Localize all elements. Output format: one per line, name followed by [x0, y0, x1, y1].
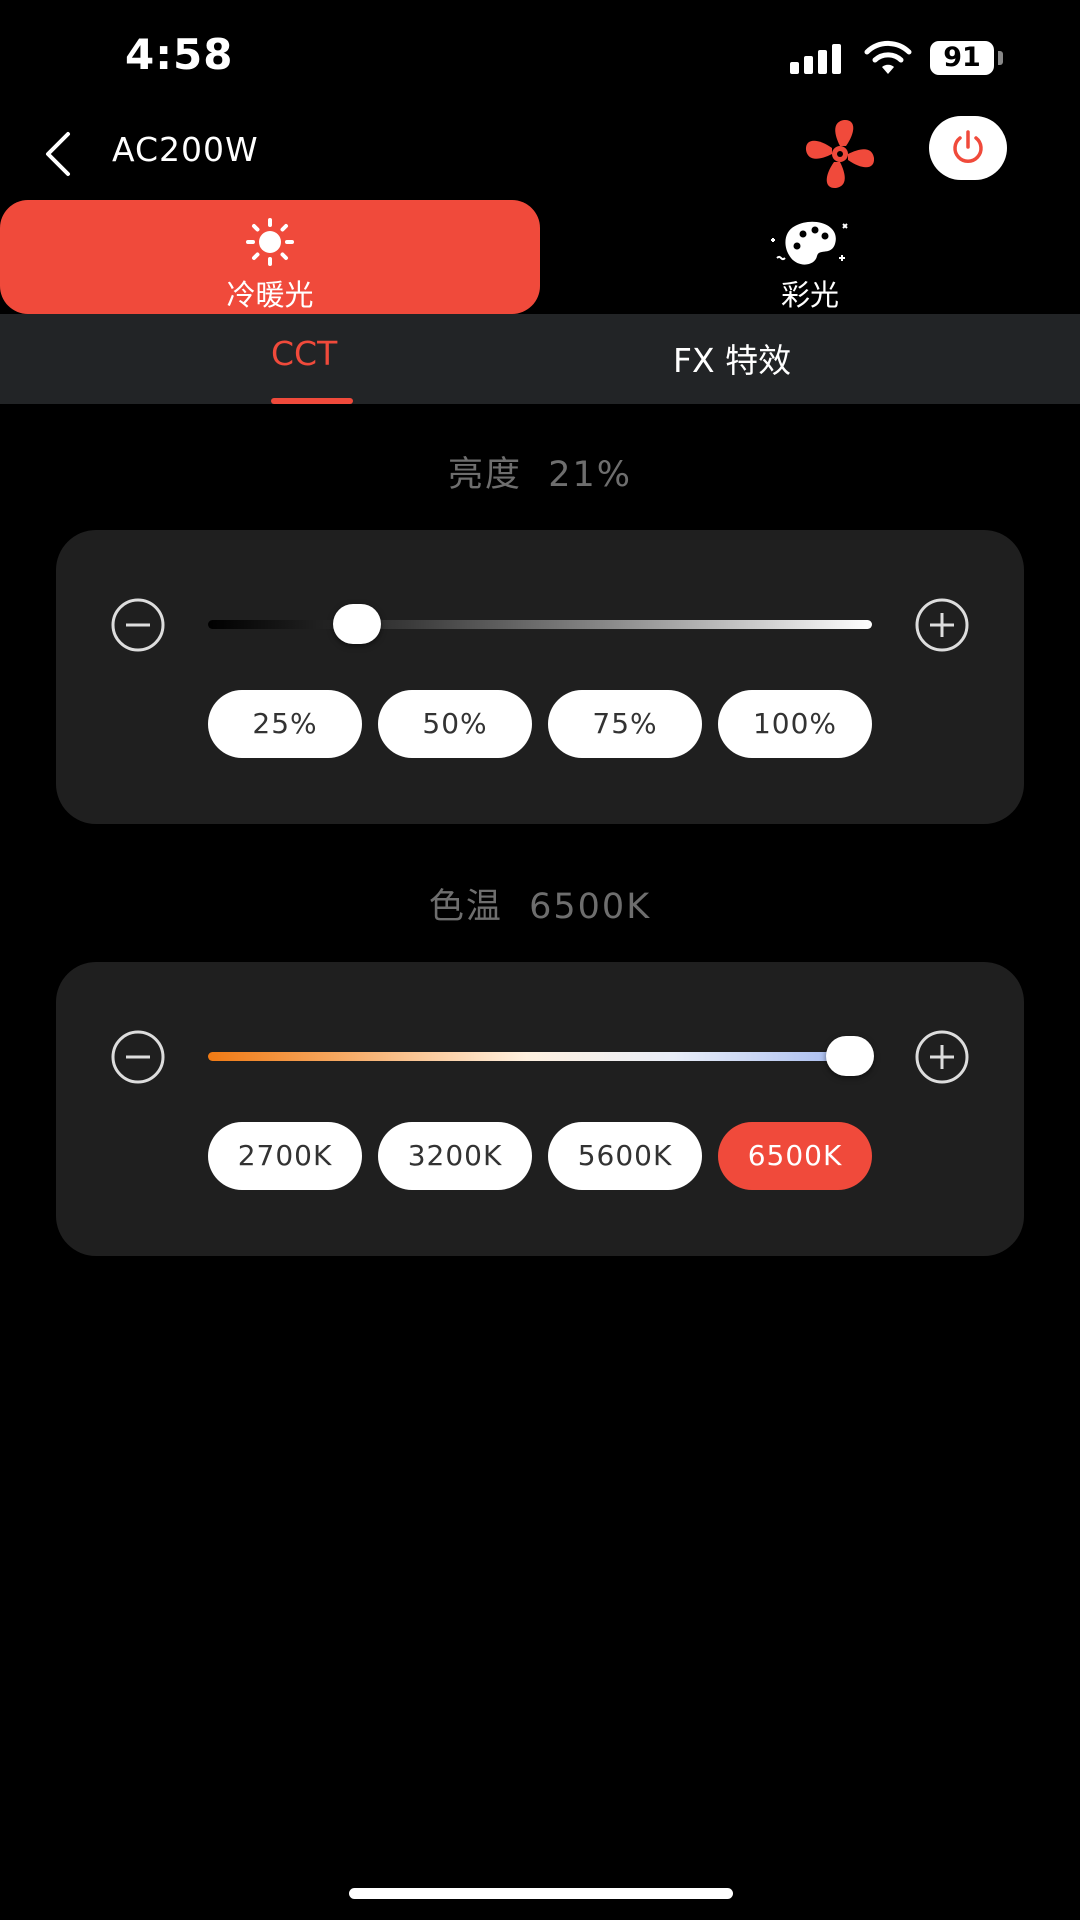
cellular-signal-icon: [790, 44, 842, 74]
status-bar: 4:58 91: [0, 0, 1080, 110]
brightness-preset-50[interactable]: 50%: [378, 690, 532, 758]
status-time: 4:58: [125, 30, 234, 79]
active-tab-indicator: [271, 398, 353, 404]
color-temp-decrease-button[interactable]: [109, 1028, 167, 1086]
brightness-increase-button[interactable]: [913, 596, 971, 654]
color-temp-title: 色温 6500K: [0, 878, 1080, 929]
brightness-value: 21%: [548, 455, 633, 495]
mode-tab-cct[interactable]: 冷暖光: [0, 200, 540, 314]
color-temp-card: 2700K 3200K 5600K 6500K: [56, 962, 1024, 1256]
brightness-title: 亮度 21%: [0, 446, 1080, 497]
power-icon: [953, 130, 983, 163]
color-temp-preset-6500k[interactable]: 6500K: [718, 1122, 872, 1190]
brightness-preset-100[interactable]: 100%: [718, 690, 872, 758]
brightness-preset-25[interactable]: 25%: [208, 690, 362, 758]
home-indicator: [349, 1888, 733, 1899]
sun-icon: [246, 218, 294, 266]
color-temp-preset-3200k[interactable]: 3200K: [378, 1122, 532, 1190]
wifi-icon: [864, 40, 912, 74]
top-header: AC200W: [0, 110, 1080, 198]
brightness-slider-thumb[interactable]: [333, 604, 381, 644]
fan-icon[interactable]: [802, 116, 878, 192]
app-screen: 4:58 91 AC200W 冷暖光 彩光 CCT FX 特效 亮度 21% 2…: [0, 0, 1080, 1920]
color-temp-preset-2700k[interactable]: 2700K: [208, 1122, 362, 1190]
brightness-preset-75[interactable]: 75%: [548, 690, 702, 758]
tab-fx[interactable]: FX 特效: [673, 334, 791, 382]
mode-tabs: 冷暖光 彩光: [0, 200, 1080, 314]
color-temp-label: 色温: [428, 887, 503, 927]
color-temp-value: 6500K: [529, 887, 652, 927]
battery-cap: [998, 51, 1003, 65]
brightness-decrease-button[interactable]: [109, 596, 167, 654]
device-title: AC200W: [112, 130, 259, 169]
brightness-card: 25% 50% 75% 100%: [56, 530, 1024, 824]
chevron-left-icon[interactable]: [38, 128, 78, 180]
color-temp-slider-thumb[interactable]: [826, 1036, 874, 1076]
brightness-label: 亮度: [447, 455, 522, 495]
sub-tabs: CCT FX 特效: [0, 314, 1080, 404]
color-temp-slider-track[interactable]: [208, 1052, 872, 1061]
tab-cct[interactable]: CCT: [271, 334, 337, 373]
brightness-slider-track[interactable]: [208, 620, 872, 629]
battery-level: 91: [930, 41, 994, 75]
power-button[interactable]: [929, 116, 1007, 180]
mode-tab-color[interactable]: 彩光: [540, 200, 1080, 314]
mode-tab-label: 冷暖光: [226, 278, 314, 312]
color-temp-preset-5600k[interactable]: 5600K: [548, 1122, 702, 1190]
palette-icon: [771, 221, 848, 265]
color-temp-increase-button[interactable]: [913, 1028, 971, 1086]
mode-tab-label: 彩光: [780, 278, 839, 312]
